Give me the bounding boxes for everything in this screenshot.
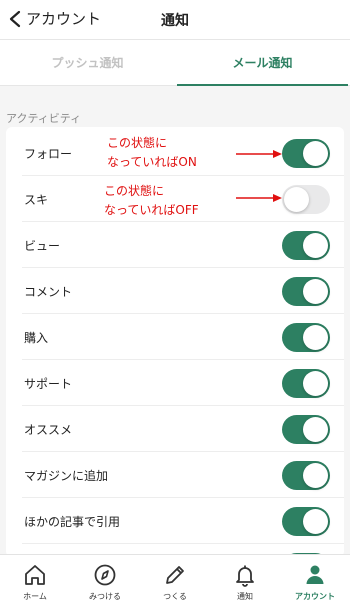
nav-account[interactable]: アカウント	[280, 555, 350, 614]
person-icon	[306, 565, 324, 584]
page-title: 通知	[161, 13, 189, 29]
follow-toggle[interactable]	[282, 138, 330, 168]
view-toggle[interactable]	[282, 230, 330, 260]
setting-row-support: サポート	[6, 360, 344, 406]
toggle-knob	[303, 140, 328, 166]
recommend-toggle[interactable]	[282, 414, 330, 444]
annotation-on-line1: この状態に	[107, 136, 168, 150]
setting-label: スキ	[24, 192, 49, 207]
toggle-knob	[303, 508, 328, 534]
section-label: アクティビティ	[6, 112, 82, 125]
comment-toggle[interactable]	[282, 276, 330, 306]
toggle-knob	[303, 416, 328, 442]
setting-label: フォロー	[24, 146, 73, 161]
annotation-off: この状態に なっていればOFF	[104, 182, 199, 220]
setting-label: 購入	[24, 330, 49, 345]
setting-label: マガジンに追加	[24, 468, 109, 483]
nav-label: みつける	[89, 592, 121, 601]
setting-label: ほかの記事で引用	[24, 514, 121, 529]
like-toggle[interactable]	[282, 184, 330, 214]
nav-create[interactable]: つくる	[140, 555, 210, 614]
pencil-icon	[166, 566, 184, 584]
setting-row-comment: コメント	[6, 268, 344, 314]
purchase-toggle[interactable]	[282, 322, 330, 352]
quote-toggle[interactable]	[282, 506, 330, 536]
setting-row-view: ビュー	[6, 222, 344, 268]
arrow-right-icon	[236, 150, 282, 158]
nav-label: 通知	[237, 592, 253, 601]
compass-icon	[94, 564, 116, 586]
setting-row-purchase: 購入	[6, 314, 344, 360]
home-icon	[25, 565, 45, 585]
tab-bar: プッシュ通知 メール通知	[0, 40, 350, 86]
arrow-right-icon	[236, 194, 282, 202]
annotation-off-line2: なっていればOFF	[104, 203, 199, 217]
toggle-knob	[303, 370, 328, 396]
nav-label: つくる	[163, 592, 187, 601]
nav-label: アカウント	[295, 592, 335, 601]
nav-discover[interactable]: みつける	[70, 555, 140, 614]
magazine-add-toggle[interactable]	[282, 460, 330, 490]
setting-row-magazine-add: マガジンに追加	[6, 452, 344, 498]
tab-email-notifications[interactable]: メール通知	[175, 40, 350, 86]
annotation-off-line1: この状態に	[104, 184, 165, 198]
toggle-knob	[303, 232, 328, 258]
annotation-on-line2: なっていればON	[107, 155, 197, 169]
setting-label: コメント	[24, 284, 73, 299]
toggle-knob	[303, 278, 328, 304]
toggle-knob	[284, 186, 309, 212]
setting-row-recommend: オススメ	[6, 406, 344, 452]
toggle-knob	[303, 324, 328, 350]
tab-push-notifications[interactable]: プッシュ通知	[0, 40, 175, 85]
toggle-knob	[303, 462, 328, 488]
navigation-header: アカウント 通知	[0, 0, 350, 40]
nav-notifications[interactable]: 通知	[210, 555, 280, 614]
support-toggle[interactable]	[282, 368, 330, 398]
bottom-navigation: ホーム みつける つくる 通知 アカウント	[0, 554, 350, 614]
setting-label: サポート	[24, 376, 73, 391]
nav-home[interactable]: ホーム	[0, 555, 70, 614]
annotation-on: この状態に なっていればON	[107, 134, 197, 172]
setting-row-quote: ほかの記事で引用	[6, 498, 344, 544]
bell-icon	[236, 565, 254, 587]
setting-label: オススメ	[24, 422, 73, 437]
setting-label: ビュー	[24, 238, 61, 253]
nav-label: ホーム	[23, 592, 47, 601]
